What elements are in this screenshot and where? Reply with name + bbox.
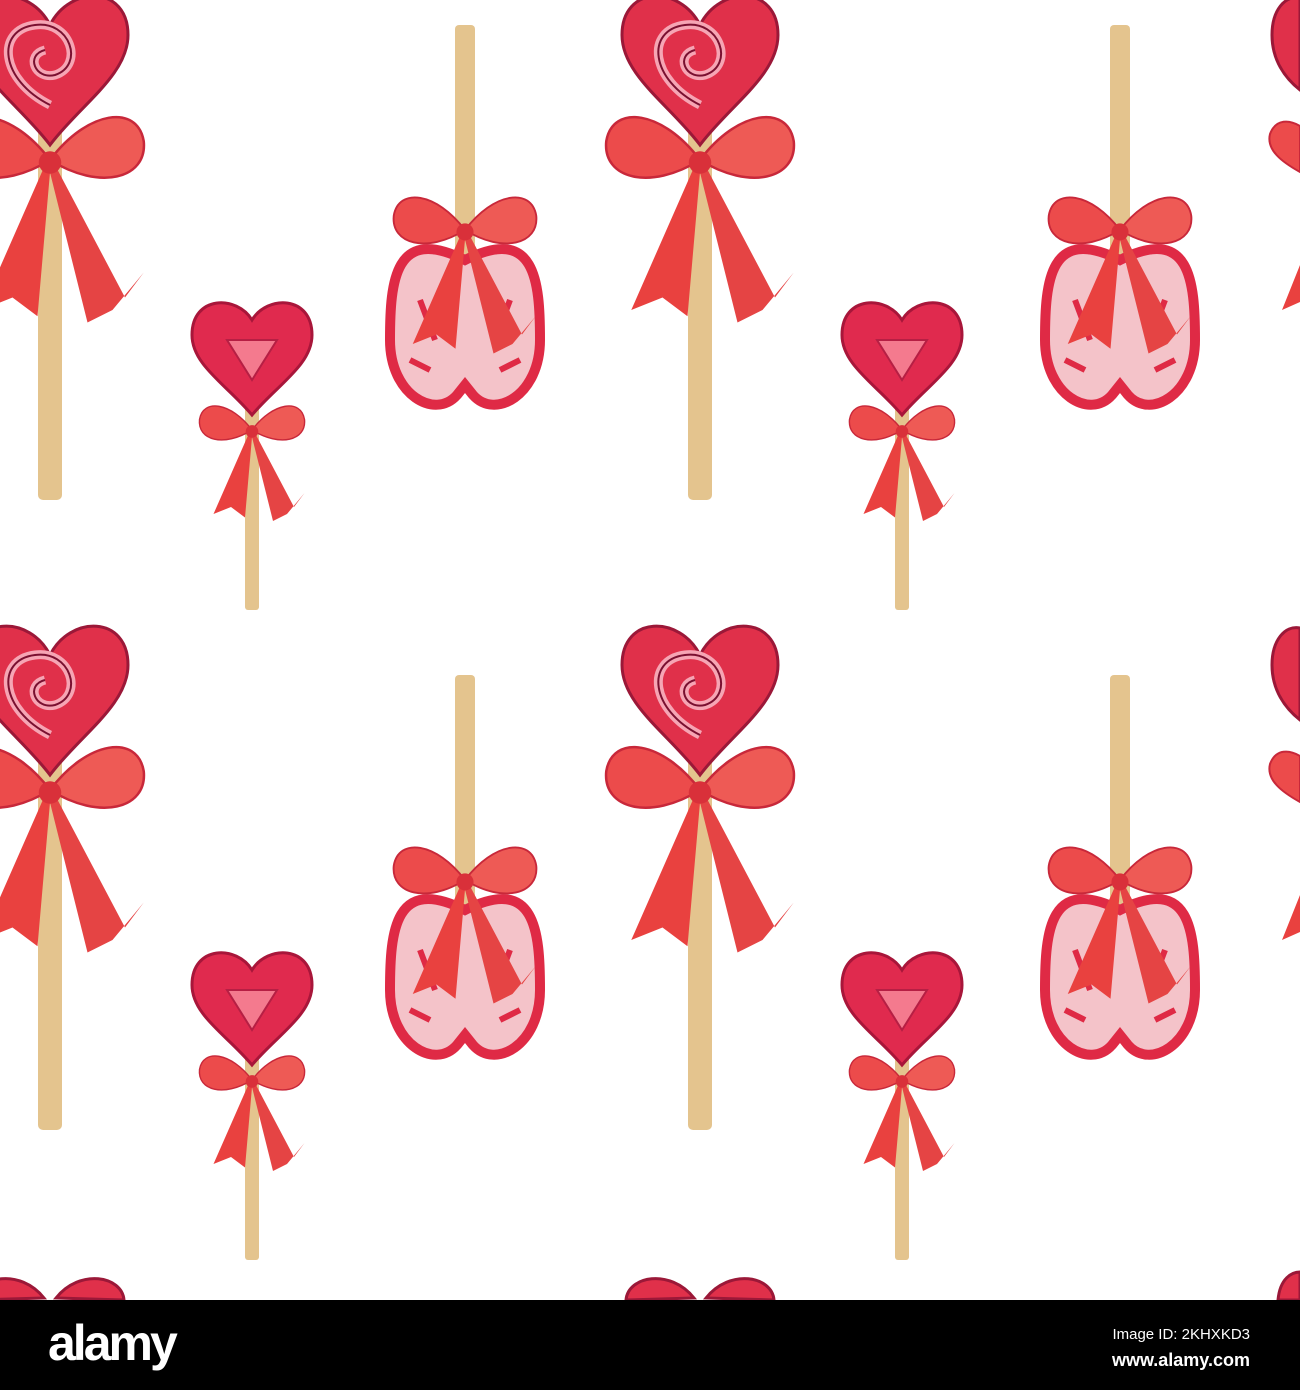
lollipop-pattern [0,0,1300,1300]
site-url: www.alamy.com [1111,1350,1250,1370]
watermark-footer: alamy Image ID: 2KHXKD3 www.alamy.com [0,1300,1300,1390]
alamy-logo: alamy [48,1315,178,1371]
image-id: Image ID: 2KHXKD3 [1112,1326,1250,1343]
